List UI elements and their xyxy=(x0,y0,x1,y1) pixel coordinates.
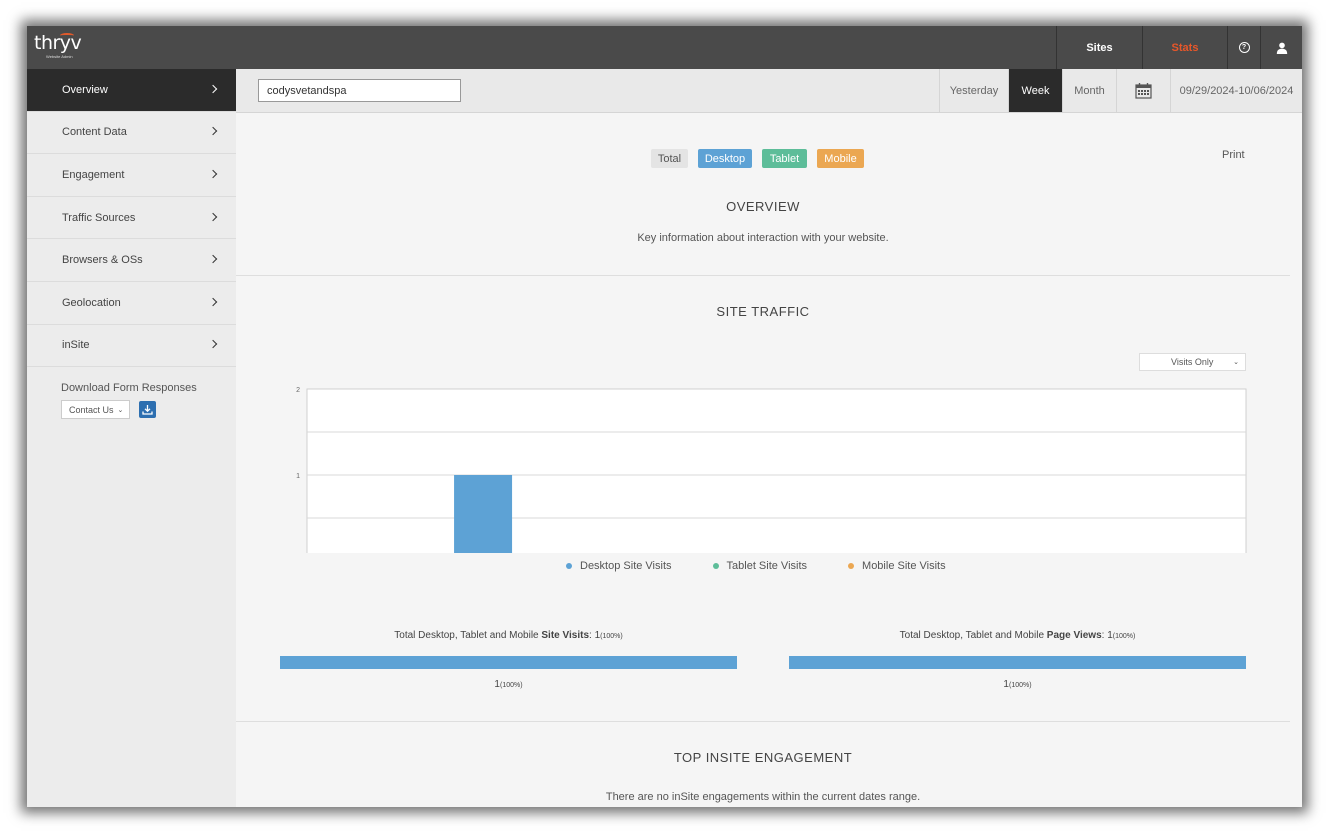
calendar-icon xyxy=(1135,83,1152,99)
download-form-responses: Download Form Responses Contact Us ⌄ xyxy=(27,367,236,420)
sidebar-item-insite[interactable]: inSite xyxy=(27,325,236,368)
tablet-dot-icon xyxy=(712,563,719,569)
filter-mobile-button[interactable]: Mobile xyxy=(817,149,864,168)
sidebar-item-label: Browsers & OSs xyxy=(62,254,143,267)
download-title: Download Form Responses xyxy=(61,382,197,395)
total-site-visits: Total Desktop, Tablet and Mobile Site Vi… xyxy=(394,630,623,641)
filter-desktop-button[interactable]: Desktop xyxy=(698,149,752,168)
chevron-right-icon xyxy=(208,169,218,179)
sidebar-item-label: Geolocation xyxy=(62,296,121,309)
app-window: thryv Website Admin Sites Stats ? Overvi… xyxy=(27,26,1302,807)
toolbar: codysvetandspa Yesterday Week Month 09/2… xyxy=(236,69,1302,113)
totals-prefix: Total Desktop, Tablet and Mobile xyxy=(899,630,1047,641)
question-circle-icon: ? xyxy=(1238,42,1250,53)
thryv-logo[interactable]: thryv Website Admin xyxy=(34,32,82,59)
y-tick-label: 2 xyxy=(296,387,300,394)
logo-text: thryv xyxy=(34,32,82,54)
sidebar-item-content-data[interactable]: Content Data xyxy=(27,112,236,155)
bar-pct: (100%) xyxy=(499,682,523,689)
date-range-controls: Yesterday Week Month 09/29/2024-10/06/20… xyxy=(939,69,1302,112)
sidebar-item-browsers-oss[interactable]: Browsers & OSs xyxy=(27,239,236,282)
sidebar-item-traffic-sources[interactable]: Traffic Sources xyxy=(27,197,236,240)
chevron-right-icon xyxy=(208,254,218,264)
legend-label: Tablet Site Visits xyxy=(726,560,808,572)
section-divider xyxy=(236,275,1290,276)
chevron-right-icon xyxy=(208,297,218,307)
totals-pct: (100%) xyxy=(600,633,623,640)
sidebar-item-overview[interactable]: Overview xyxy=(27,69,236,112)
legend-label: Mobile Site Visits xyxy=(862,560,946,572)
main-content: Total Desktop Tablet Mobile Print OVERVI… xyxy=(236,113,1302,807)
range-month-button[interactable]: Month xyxy=(1062,69,1116,112)
site-visits-bar xyxy=(280,656,737,669)
filter-tablet-button[interactable]: Tablet xyxy=(762,149,807,168)
logo-swoosh xyxy=(60,33,74,38)
section-divider xyxy=(236,721,1290,722)
bar-pct: (100%) xyxy=(1008,682,1032,689)
chart-legend: Desktop Site Visits Tablet Site Visits M… xyxy=(566,560,987,572)
site-traffic-chart: 01209/2909/3010/0110/0210/0310/0410/0510… xyxy=(296,387,1247,553)
sidebar-item-label: Engagement xyxy=(62,168,125,181)
traffic-mode-value: Visits Only xyxy=(1171,357,1214,367)
totals-metric: Page Views xyxy=(1046,630,1102,641)
insite-description: There are no inSite engagements within t… xyxy=(605,791,921,803)
page-views-bar-value: 1(100%) xyxy=(789,679,1246,690)
user-menu-button[interactable] xyxy=(1260,26,1302,69)
plot-area xyxy=(306,388,1247,553)
sidebar: Overview Content Data Engagement Traffic… xyxy=(27,69,236,807)
calendar-button[interactable] xyxy=(1116,69,1170,112)
legend-desktop[interactable]: Desktop Site Visits xyxy=(566,560,672,572)
chevron-right-icon xyxy=(208,212,218,221)
top-nav: Sites Stats ? xyxy=(1056,26,1302,69)
sidebar-item-label: inSite xyxy=(62,339,90,352)
device-filter: Total Desktop Tablet Mobile xyxy=(651,149,874,168)
total-page-views: Total Desktop, Tablet and Mobile Page Vi… xyxy=(899,630,1136,641)
nav-stats[interactable]: Stats xyxy=(1142,26,1227,69)
help-button[interactable]: ? xyxy=(1227,26,1260,69)
mobile-dot-icon xyxy=(848,563,855,569)
traffic-mode-select[interactable]: Visits Only ⌄ xyxy=(1139,353,1246,371)
sidebar-item-label: Traffic Sources xyxy=(62,211,136,224)
overview-description: Key information about interaction with y… xyxy=(637,232,889,244)
top-bar: thryv Website Admin Sites Stats ? xyxy=(27,26,1302,69)
sidebar-item-label: Overview xyxy=(62,83,108,96)
chevron-right-icon xyxy=(208,340,218,349)
site-search-input[interactable]: codysvetandspa xyxy=(258,79,461,102)
form-select[interactable]: Contact Us ⌄ xyxy=(61,400,130,420)
logo-subtitle: Website Admin xyxy=(46,54,73,59)
page-views-bar xyxy=(789,656,1246,669)
totals-pct: (100%) xyxy=(1112,633,1136,640)
filter-total-button[interactable]: Total xyxy=(651,149,688,168)
user-icon xyxy=(1276,42,1287,54)
range-yesterday-button[interactable]: Yesterday xyxy=(939,69,1008,112)
site-visits-bar-value: 1(100%) xyxy=(280,679,737,690)
sidebar-item-engagement[interactable]: Engagement xyxy=(27,154,236,197)
form-select-value: Contact Us xyxy=(69,404,114,415)
chevron-right-icon xyxy=(208,127,218,136)
range-week-button[interactable]: Week xyxy=(1008,69,1062,112)
sidebar-item-label: Content Data xyxy=(62,126,127,139)
legend-tablet[interactable]: Tablet Site Visits xyxy=(712,560,808,572)
y-tick-label: 1 xyxy=(296,473,300,480)
chevron-right-icon xyxy=(208,84,218,94)
desktop-dot-icon xyxy=(566,563,572,569)
nav-sites[interactable]: Sites xyxy=(1056,26,1142,69)
totals-prefix: Total Desktop, Tablet and Mobile xyxy=(394,630,542,641)
chevron-down-icon: ⌄ xyxy=(117,406,124,414)
insite-title: TOP INSITE ENGAGEMENT xyxy=(673,750,853,765)
totals-metric: Site Visits xyxy=(541,630,590,641)
legend-label: Desktop Site Visits xyxy=(580,560,672,572)
site-traffic-title: SITE TRAFFIC xyxy=(716,304,810,319)
chevron-down-icon: ⌄ xyxy=(1233,359,1239,366)
download-button[interactable] xyxy=(139,401,156,419)
date-range-display[interactable]: 09/29/2024-10/06/2024 xyxy=(1170,69,1302,112)
legend-mobile[interactable]: Mobile Site Visits xyxy=(848,560,946,572)
bar xyxy=(454,475,513,553)
download-icon xyxy=(142,405,153,415)
print-link[interactable]: Print xyxy=(1222,149,1245,161)
overview-title: OVERVIEW xyxy=(726,199,800,214)
sidebar-item-geolocation[interactable]: Geolocation xyxy=(27,282,236,325)
